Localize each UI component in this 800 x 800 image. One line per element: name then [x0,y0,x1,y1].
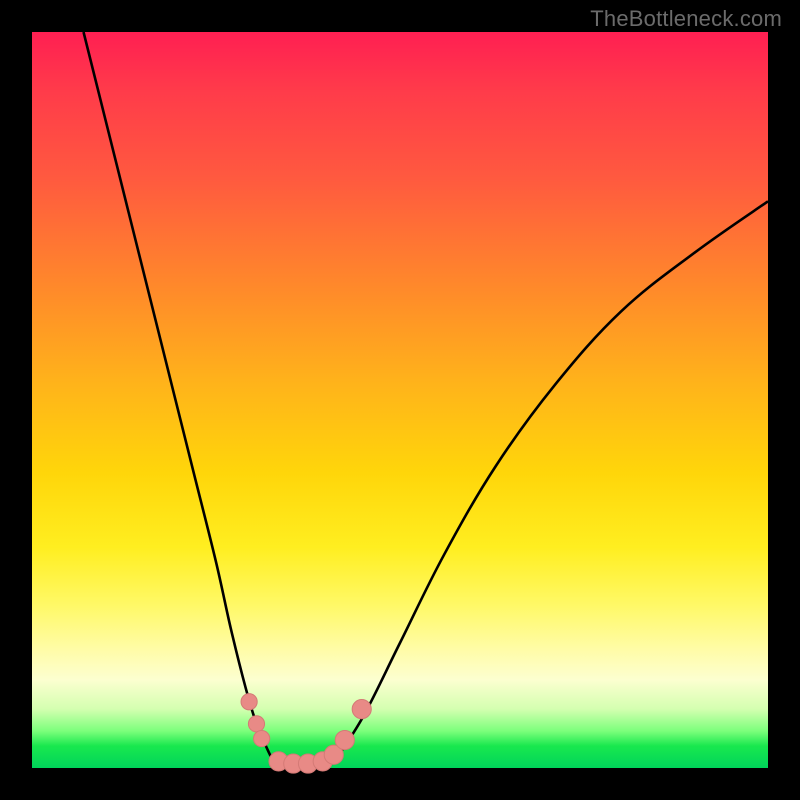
plot-area [32,32,768,768]
data-marker [352,700,371,719]
chart-svg [32,32,768,768]
data-marker [335,730,354,749]
marker-group [241,694,371,773]
chart-frame: TheBottleneck.com [0,0,800,800]
data-marker [254,730,270,746]
watermark-text: TheBottleneck.com [590,6,782,32]
curve-right [334,201,768,762]
curve-left [84,32,275,764]
data-marker [241,694,257,710]
data-marker [248,716,264,732]
